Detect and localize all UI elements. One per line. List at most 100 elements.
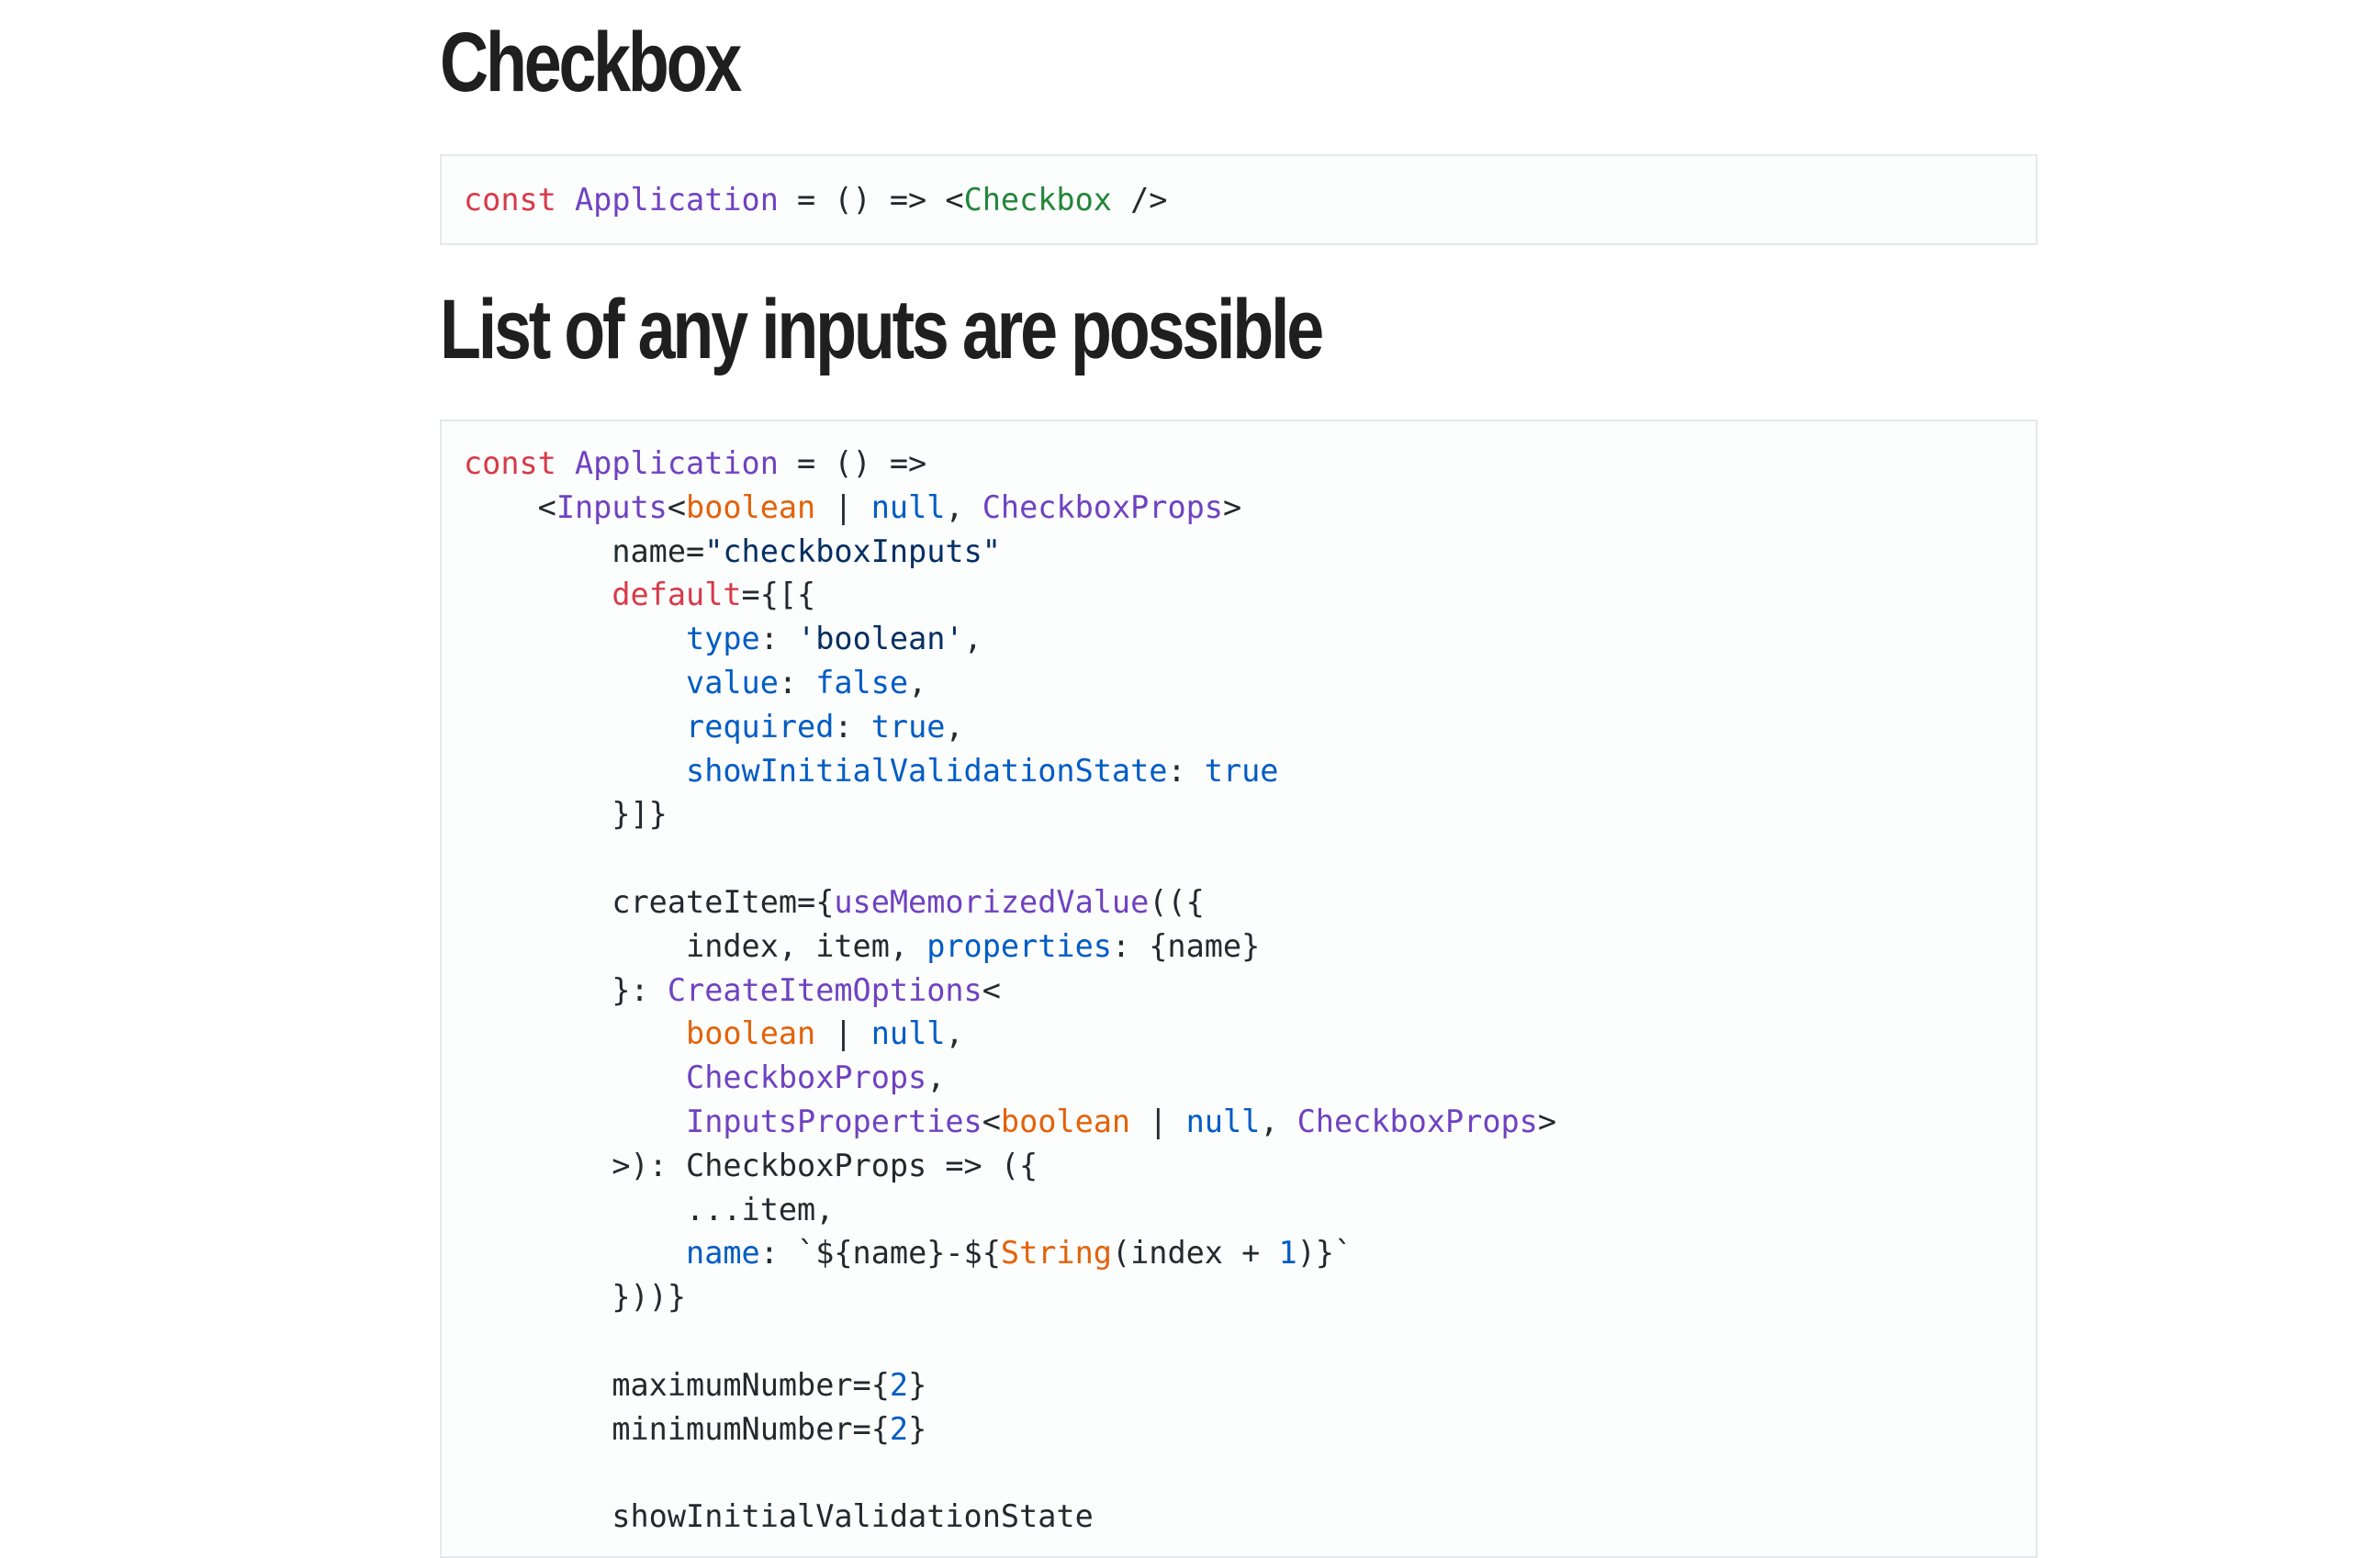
code-line: maximumNumber={2} bbox=[464, 1367, 926, 1403]
code-token: (index + bbox=[1111, 1235, 1279, 1272]
code-token: )}` bbox=[1297, 1235, 1353, 1272]
code-line: CheckboxProps, bbox=[464, 1059, 945, 1095]
code-token: }))} bbox=[464, 1279, 687, 1316]
code-listing: const Application = () => <Inputs<boolea… bbox=[464, 442, 1556, 1539]
code-token-bl: properties bbox=[926, 927, 1112, 964]
code-line: index, item, properties: {name} bbox=[464, 928, 1260, 964]
code-line: const Application = () => bbox=[464, 445, 926, 481]
code-token-bl: 2 bbox=[889, 1366, 909, 1403]
code-token: >): CheckboxProps => ({ bbox=[464, 1147, 1038, 1183]
code-token-bl: required bbox=[686, 708, 835, 745]
code-token-fn: CreateItemOptions bbox=[667, 971, 982, 1008]
code-line: boolean | null, bbox=[464, 1015, 964, 1051]
code-token: = () => bbox=[778, 445, 927, 481]
code-token: | bbox=[1130, 1103, 1186, 1139]
code-token-ty: String bbox=[1000, 1235, 1112, 1272]
code-token: > bbox=[1222, 488, 1242, 525]
code-token-bl: showInitialValidationState bbox=[686, 752, 1168, 789]
code-token-bl: false bbox=[815, 664, 909, 701]
code-line: minimumNumber={2} bbox=[464, 1411, 926, 1447]
code-line: showInitialValidationState bbox=[464, 1498, 1094, 1535]
code-token: : bbox=[834, 708, 871, 745]
code-line: value: false, bbox=[464, 665, 926, 701]
code-token: , bbox=[945, 488, 982, 525]
code-listing: const Application = () => <Checkbox /> bbox=[464, 178, 1167, 222]
code-token: name= bbox=[464, 532, 705, 569]
code-token-kw: default bbox=[612, 577, 742, 613]
code-token-ty: boolean bbox=[686, 1015, 816, 1052]
code-line: createItem={useMemorizedValue(({ bbox=[464, 883, 1204, 920]
code-token-bl: 1 bbox=[1278, 1235, 1297, 1272]
code-token: , bbox=[945, 1015, 964, 1052]
code-token-bl: 2 bbox=[889, 1410, 909, 1447]
code-token: : bbox=[1167, 752, 1205, 789]
code-token-fn: CheckboxProps bbox=[686, 1059, 927, 1096]
code-token: : bbox=[759, 621, 798, 657]
code-token-fn: useMemorizedValue bbox=[834, 883, 1150, 920]
code-token-fn: Inputs bbox=[556, 488, 668, 525]
code-token: minimumNumber={ bbox=[464, 1410, 890, 1447]
code-token: }]} bbox=[464, 796, 668, 833]
code-token: : {name} bbox=[1111, 927, 1261, 964]
code-token: , bbox=[908, 664, 927, 701]
code-token-fn: Application bbox=[575, 445, 779, 481]
code-block-inputs[interactable]: const Application = () => <Inputs<boolea… bbox=[440, 420, 2038, 1558]
code-block-checkbox[interactable]: const Application = () => <Checkbox /> bbox=[440, 154, 2038, 245]
code-line: }: CreateItemOptions< bbox=[464, 972, 1001, 1008]
code-token-bl: null bbox=[1185, 1103, 1261, 1139]
code-token-ty: boolean bbox=[1000, 1103, 1131, 1139]
code-token-bl: null bbox=[870, 1015, 946, 1052]
code-line: name="checkboxInputs" bbox=[464, 533, 1001, 569]
code-token-fn: CheckboxProps bbox=[982, 488, 1223, 525]
code-token-fn: Application bbox=[575, 182, 779, 218]
code-token-tg: Checkbox bbox=[963, 182, 1112, 218]
code-token: : `${name}-${ bbox=[759, 1235, 1001, 1272]
code-token: = () => < bbox=[778, 182, 964, 218]
code-token: : bbox=[778, 664, 816, 701]
code-token: , bbox=[945, 708, 964, 745]
code-token: < bbox=[982, 971, 1001, 1008]
code-token: | bbox=[815, 488, 871, 525]
code-token: , bbox=[926, 1059, 946, 1096]
code-token: }: bbox=[464, 971, 668, 1008]
code-token-kw: const bbox=[464, 445, 556, 481]
code-line: default={[{ bbox=[464, 577, 815, 612]
code-token-bl: true bbox=[870, 708, 946, 745]
code-line: required: true, bbox=[464, 709, 964, 745]
code-token: < bbox=[667, 488, 687, 525]
code-token: } bbox=[908, 1366, 927, 1403]
code-token-bl: type bbox=[686, 621, 760, 657]
code-token-kw: const bbox=[464, 182, 556, 218]
code-token: , bbox=[963, 621, 982, 657]
code-line: ...item, bbox=[464, 1192, 834, 1227]
code-token-bl: true bbox=[1204, 752, 1279, 789]
code-token: , bbox=[1260, 1103, 1297, 1139]
code-token: showInitialValidationState bbox=[464, 1498, 1094, 1535]
code-token-st: 'boolean' bbox=[797, 621, 964, 657]
code-line: <Inputs<boolean | null, CheckboxProps> bbox=[464, 489, 1241, 525]
section-heading-inputs-list: List of any inputs are possible bbox=[440, 283, 1324, 376]
code-token-bl: value bbox=[686, 664, 779, 701]
code-token: | bbox=[815, 1015, 871, 1052]
code-token: ={[{ bbox=[741, 577, 816, 613]
code-token-st: "checkboxInputs" bbox=[704, 532, 1001, 569]
code-token: } bbox=[908, 1410, 927, 1447]
code-token-fn: InputsProperties bbox=[686, 1103, 982, 1139]
code-token: > bbox=[1537, 1103, 1557, 1139]
code-line: InputsProperties<boolean | null, Checkbo… bbox=[464, 1104, 1556, 1139]
code-line: }))} bbox=[464, 1279, 686, 1315]
code-token: ...item, bbox=[464, 1191, 835, 1227]
code-token: < bbox=[982, 1103, 1001, 1139]
code-token-fn: CheckboxProps bbox=[1297, 1103, 1538, 1139]
code-token-bl: name bbox=[686, 1235, 760, 1272]
code-line: type: 'boolean', bbox=[464, 621, 982, 656]
